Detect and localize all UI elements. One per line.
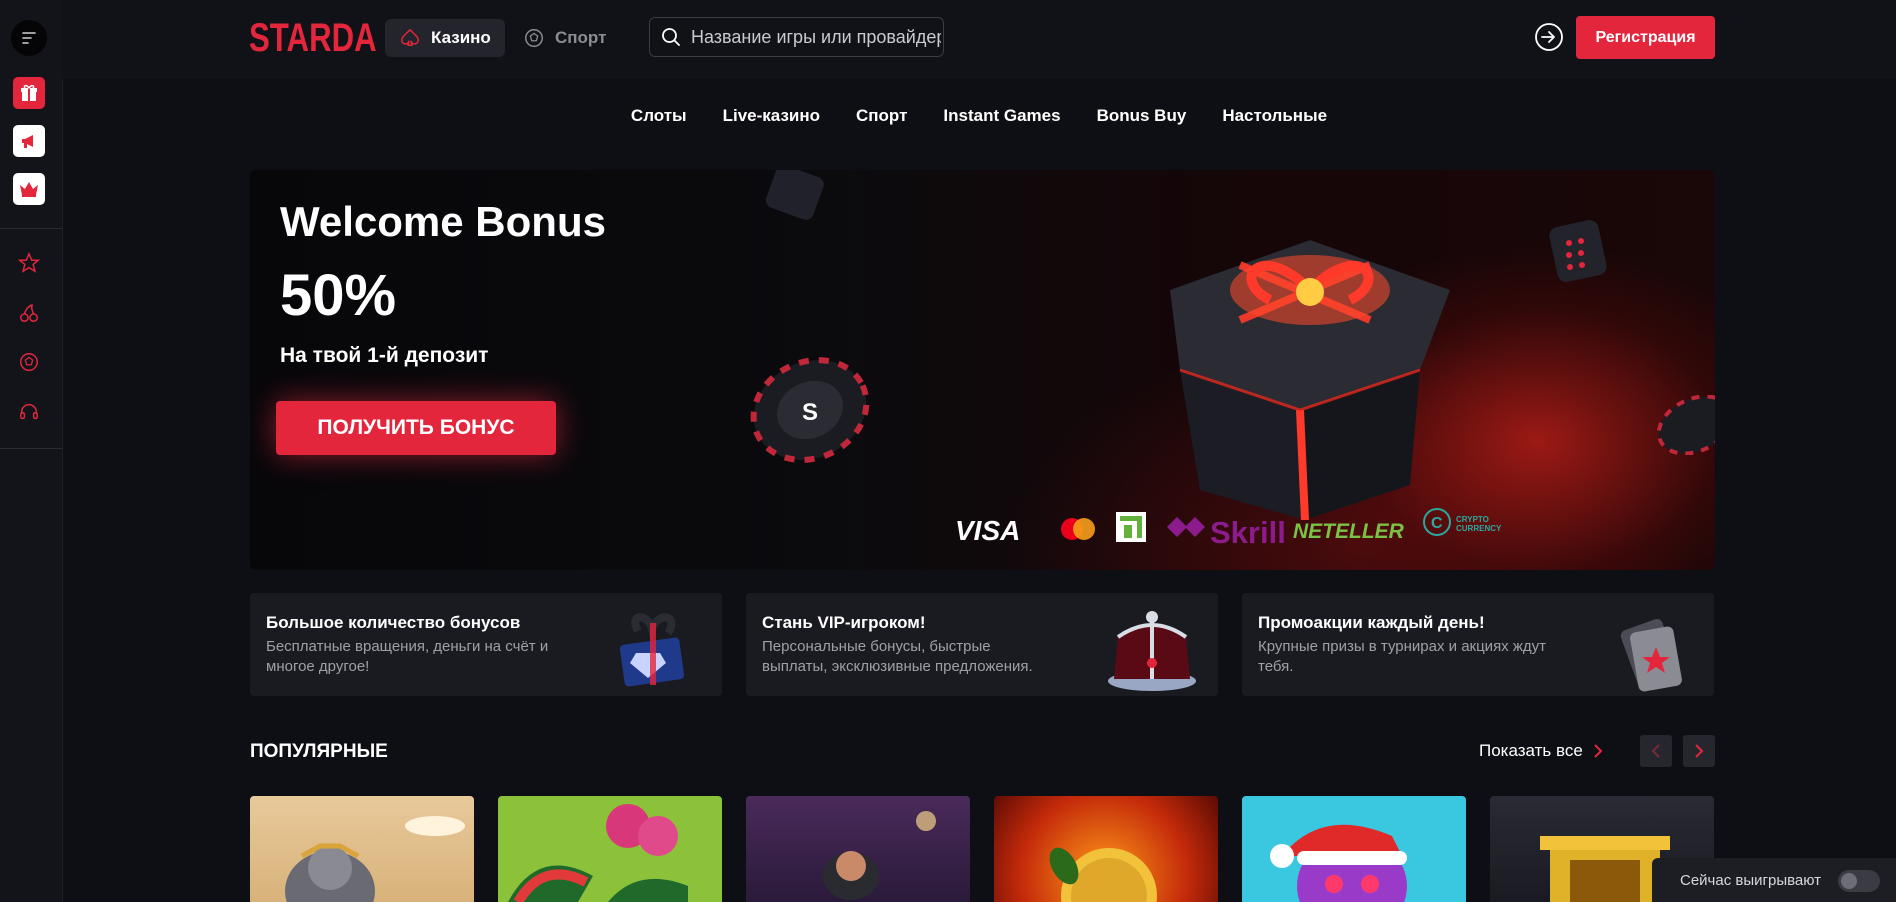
sidebar-divider <box>0 448 62 449</box>
football-icon[interactable] <box>17 350 41 374</box>
tab-casino-label: Казино <box>431 28 491 47</box>
feature-card-bonuses[interactable]: Большое количество бонусов Бесплатные вр… <box>250 593 722 696</box>
ball-icon <box>525 29 543 47</box>
feature-text: Бесплатные вращения, деньги на счёт и мн… <box>266 638 549 675</box>
gift-box-art <box>619 613 685 687</box>
welcome-banner[interactable]: Welcome Bonus 50% На твой 1-й депозит ПО… <box>250 170 1715 570</box>
tab-casino[interactable]: Казино <box>385 19 505 57</box>
dice-image <box>1549 220 1607 282</box>
category-link[interactable]: Слоты <box>631 106 687 126</box>
category-link[interactable]: Спорт <box>856 106 907 126</box>
cards-art <box>1620 618 1682 692</box>
chevron-right-icon <box>1594 744 1603 758</box>
gift-icon[interactable] <box>13 77 45 109</box>
spade-icon <box>401 28 419 46</box>
banner-title: Welcome Bonus <box>280 198 606 245</box>
gift-box-image <box>1170 240 1450 520</box>
search-input[interactable] <box>689 25 943 49</box>
search-box <box>649 17 944 57</box>
casino-chip-image: S <box>750 357 870 463</box>
casino-chip-image <box>1656 395 1715 455</box>
game-card[interactable] <box>250 796 474 902</box>
category-link[interactable]: Instant Games <box>943 106 1060 126</box>
winning-now-toggle[interactable] <box>1838 870 1880 892</box>
winning-now-bar: Сейчас выигрывают <box>1652 858 1896 902</box>
svg-text:S: S <box>802 399 818 426</box>
menu-icon[interactable] <box>11 20 47 56</box>
banner-percent: 50% <box>280 263 397 328</box>
game-card[interactable] <box>498 796 722 902</box>
logo[interactable]: STARDA <box>249 14 377 62</box>
game-art <box>1270 824 1407 902</box>
get-bonus-button[interactable]: ПОЛУЧИТЬ БОНУС <box>276 401 556 455</box>
banner-subtitle: На твой 1-й депозит <box>280 344 489 367</box>
show-all-label: Показать все <box>1479 741 1583 760</box>
mastercard-icon <box>1061 518 1095 540</box>
crypto-icon: C <box>1423 508 1451 536</box>
sidebar <box>0 0 63 902</box>
payment-visa: VISA <box>955 515 1021 546</box>
category-link[interactable]: Live-казино <box>723 106 820 126</box>
register-button[interactable]: Регистрация <box>1576 16 1715 59</box>
game-card[interactable] <box>746 796 970 902</box>
chevron-left-icon <box>1651 744 1660 758</box>
category-link[interactable]: Bonus Buy <box>1097 106 1187 126</box>
game-art <box>508 804 688 902</box>
headset-icon[interactable] <box>17 400 41 424</box>
skrill-arrows-icon <box>1167 517 1205 537</box>
tab-sport-label: Спорт <box>555 28 607 47</box>
feature-title: Промоакции каждый день! <box>1258 613 1485 632</box>
tab-sport[interactable]: Спорт <box>509 19 620 57</box>
crown-art <box>1108 611 1196 691</box>
category-nav: Слоты Live-казино Спорт Instant Games Bonus … <box>0 106 1896 126</box>
next-button[interactable] <box>1683 735 1715 767</box>
category-link[interactable]: Настольные <box>1222 106 1327 126</box>
privat-icon <box>1116 512 1146 542</box>
game-art <box>1049 847 1157 902</box>
search-icon <box>662 28 680 46</box>
winning-now-label: Сейчас выигрывают <box>1680 871 1822 889</box>
crown-icon[interactable] <box>13 173 45 205</box>
cherry-icon[interactable] <box>17 301 41 325</box>
feature-text: Персональные бонусы, быстрые выплаты, эк… <box>762 638 1033 675</box>
svg-text:C: C <box>1431 515 1443 532</box>
payment-skrill: Skrill <box>1210 515 1286 550</box>
game-art <box>285 816 465 902</box>
dice-image <box>765 170 824 220</box>
prev-button[interactable] <box>1640 735 1672 767</box>
feature-title: Стань VIP-игроком! <box>762 613 926 632</box>
megaphone-icon[interactable] <box>13 125 45 157</box>
popular-title: ПОПУЛЯРНЫЕ <box>250 741 388 762</box>
feature-card-promos[interactable]: Промоакции каждый день! Крупные призы в … <box>1242 593 1714 696</box>
chevron-right-icon <box>1695 744 1704 758</box>
payment-neteller: NETELLER <box>1293 520 1404 543</box>
feature-card-vip[interactable]: Стань VIP-игроком! Персональные бонусы, … <box>746 593 1218 696</box>
feature-title: Большое количество бонусов <box>266 613 521 632</box>
game-art <box>823 811 936 900</box>
login-icon[interactable] <box>1534 22 1564 52</box>
sidebar-divider <box>0 228 62 229</box>
game-card[interactable] <box>1242 796 1466 902</box>
feature-text: Крупные призы в турнирах и акциях ждут т… <box>1258 638 1547 675</box>
star-icon[interactable] <box>17 251 41 275</box>
payment-crypto: CRYPTO CURRENCY <box>1456 515 1502 533</box>
game-card[interactable] <box>994 796 1218 902</box>
show-all-link[interactable]: Показать все <box>1479 741 1603 761</box>
